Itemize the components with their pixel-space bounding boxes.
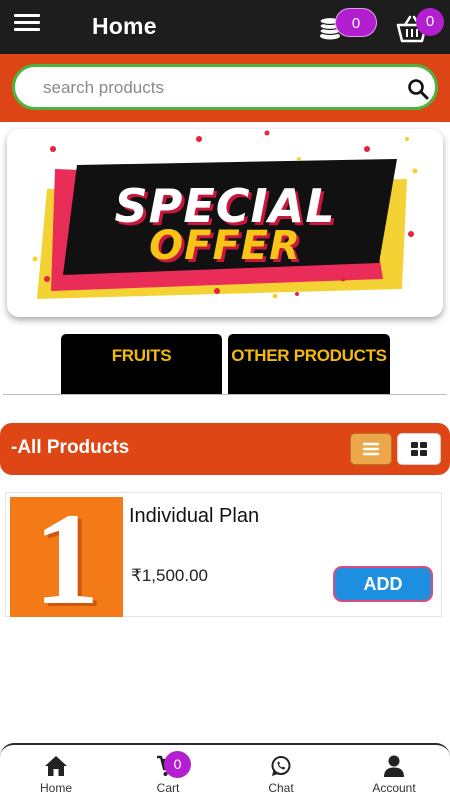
- nav-chat-label: Chat: [268, 781, 294, 795]
- search-bar-container: [0, 54, 450, 122]
- product-image-number: 1: [33, 497, 100, 617]
- section-title: -All Products: [11, 437, 130, 458]
- list-view-button[interactable]: [350, 433, 392, 465]
- grid-view-button[interactable]: [397, 433, 441, 465]
- search-box: [12, 64, 438, 110]
- bottom-navigation: Home Cart Chat Account: [0, 743, 450, 800]
- product-image[interactable]: 1: [10, 497, 123, 617]
- nav-cart-label: Cart: [156, 781, 180, 795]
- search-icon[interactable]: [407, 78, 429, 100]
- top-app-bar: Home 0 0: [0, 0, 450, 54]
- banner-subheadline: OFFER: [149, 223, 301, 269]
- special-offer-banner[interactable]: SPECIAL OFFER: [7, 129, 443, 317]
- user-icon: [384, 755, 404, 777]
- nav-account-label: Account: [372, 781, 416, 795]
- divider: [3, 394, 447, 395]
- basket-badge: 0: [416, 8, 444, 36]
- tab-other-products[interactable]: OTHER PRODUCTS: [228, 334, 390, 394]
- nav-chat[interactable]: Chat: [241, 755, 321, 795]
- search-input[interactable]: [43, 77, 383, 99]
- product-price: ₹1,500.00: [131, 566, 208, 585]
- coins-badge: 0: [335, 8, 377, 37]
- whatsapp-icon: [271, 756, 291, 776]
- list-icon: [362, 442, 380, 456]
- tab-fruits[interactable]: FRUITS: [61, 334, 222, 394]
- product-name: Individual Plan: [129, 505, 260, 527]
- menu-icon[interactable]: [13, 10, 41, 36]
- section-header: -All Products: [0, 423, 450, 475]
- home-icon: [45, 756, 67, 776]
- grid-icon: [411, 442, 427, 456]
- page-title: Home: [92, 13, 157, 39]
- nav-home-label: Home: [39, 781, 72, 795]
- add-to-cart-button[interactable]: ADD: [333, 566, 433, 602]
- nav-home[interactable]: Home: [16, 755, 96, 795]
- cart-badge: 0: [164, 751, 191, 778]
- nav-account[interactable]: Account: [354, 755, 434, 795]
- product-card[interactable]: 1 Individual Plan ₹1,500.00 ADD: [5, 492, 442, 617]
- app-screen: Home 0 0 search products SPECIAL OFFER F…: [0, 0, 450, 800]
